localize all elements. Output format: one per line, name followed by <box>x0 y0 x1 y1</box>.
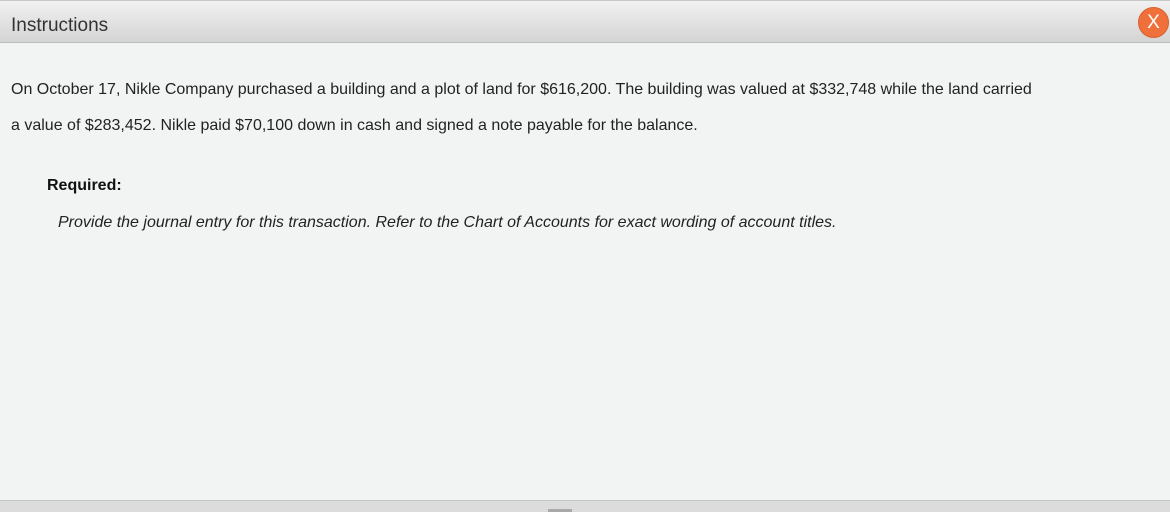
problem-text-line-2: a value of $283,452. Nikle paid $70,100 … <box>11 117 698 134</box>
dialog-bottom-bar <box>0 500 1170 512</box>
dialog-title: Instructions <box>11 15 109 36</box>
required-heading: Required: <box>47 177 122 194</box>
instructions-dialog: Instructions X On October 17, Nikle Comp… <box>0 0 1170 512</box>
problem-text-line-1: On October 17, Nikle Company purchased a… <box>11 81 1032 98</box>
required-text: Provide the journal entry for this trans… <box>58 214 837 231</box>
close-button[interactable]: X <box>1138 7 1169 38</box>
instructions-content: On October 17, Nikle Company purchased a… <box>11 72 1166 144</box>
dialog-titlebar[interactable]: Instructions X <box>0 0 1170 43</box>
